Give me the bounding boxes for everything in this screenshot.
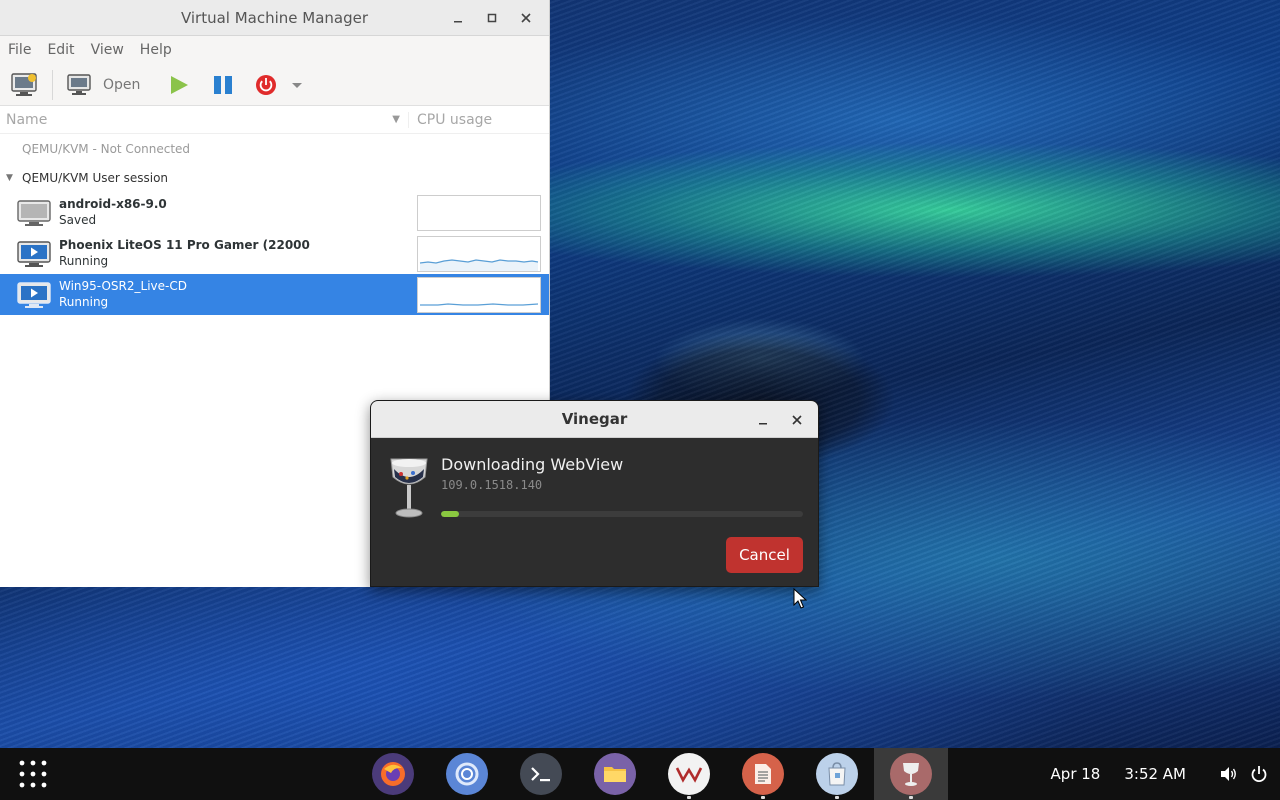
power-icon: [256, 74, 277, 95]
monitor-icon: [67, 73, 91, 95]
text-editor-icon: [742, 753, 784, 795]
connection-row-not-connected[interactable]: QEMU/KVM - Not Connected: [0, 134, 549, 163]
vinegar-dialog: Vinegar Downloading WebView 109.0.1518.1…: [370, 400, 819, 587]
dock: [356, 748, 948, 800]
shutdown-menu-button[interactable]: [289, 77, 305, 93]
name-column-header[interactable]: Name ▼: [0, 112, 408, 128]
menu-edit[interactable]: Edit: [47, 42, 74, 58]
connection-row-user-session[interactable]: ▼ QEMU/KVM User session: [0, 163, 549, 192]
download-version: 109.0.1518.140: [441, 478, 543, 492]
cpu-sparkline: [419, 259, 539, 271]
vmm-titlebar[interactable]: Virtual Machine Manager: [0, 0, 549, 36]
system-tray: Apr 18 3:52 AM: [1051, 748, 1280, 800]
vm-saved-icon: [17, 199, 51, 226]
open-label: Open: [103, 76, 141, 93]
dock-item-text-editor[interactable]: [726, 748, 800, 800]
run-button[interactable]: [168, 74, 190, 96]
new-vm-icon: [11, 72, 37, 96]
cpu-column-header[interactable]: CPU usage: [408, 111, 493, 128]
mouse-pointer-icon: [793, 588, 807, 609]
close-button[interactable]: [509, 4, 543, 32]
new-vm-button[interactable]: [10, 72, 38, 98]
download-progress-bar: [441, 511, 803, 517]
date-label[interactable]: Apr 18: [1051, 765, 1101, 783]
running-indicator: [761, 796, 765, 799]
vm-status: Saved: [59, 213, 97, 227]
cpu-usage-graph: [417, 195, 541, 231]
progress-fill: [441, 511, 460, 517]
open-button[interactable]: Open: [67, 73, 141, 96]
dock-item-virt-manager[interactable]: [652, 748, 726, 800]
vinegar-window-title: Vinegar: [561, 410, 628, 428]
vm-row-win95[interactable]: Win95-OSR2_Live-CD Running: [0, 274, 549, 315]
vm-running-icon: [17, 281, 51, 308]
dock-item-software-store[interactable]: [800, 748, 874, 800]
connection-label: QEMU/KVM User session: [22, 170, 169, 185]
maximize-button[interactable]: [475, 4, 509, 32]
sort-arrow-icon: ▼: [392, 113, 400, 125]
dock-item-files[interactable]: [578, 748, 652, 800]
volume-icon[interactable]: [1220, 766, 1238, 782]
chromium-icon: [446, 753, 488, 795]
play-icon: [171, 75, 189, 94]
minimize-icon: [759, 422, 767, 424]
menu-view[interactable]: View: [91, 42, 124, 58]
maximize-icon: [487, 13, 497, 23]
dock-item-firefox[interactable]: [356, 748, 430, 800]
name-column-label: Name: [6, 111, 48, 128]
menubar: File Edit View Help: [0, 36, 549, 64]
dock-item-terminal[interactable]: [504, 748, 578, 800]
close-icon: [521, 13, 531, 23]
vm-name: Phoenix LiteOS 11 Pro Gamer (22000: [59, 238, 310, 252]
shutdown-button[interactable]: [255, 74, 277, 96]
vm-name: android-x86-9.0: [59, 197, 167, 211]
virt-manager-icon: [668, 753, 710, 795]
dock-item-chromium[interactable]: [430, 748, 504, 800]
menu-help[interactable]: Help: [140, 42, 172, 58]
software-store-icon: [816, 753, 858, 795]
vm-row-android[interactable]: android-x86-9.0 Saved: [0, 192, 549, 233]
vm-list-header: Name ▼ CPU usage: [0, 106, 549, 134]
cancel-button[interactable]: Cancel: [726, 537, 803, 573]
close-button[interactable]: [780, 406, 814, 434]
pause-button[interactable]: [212, 74, 234, 96]
terminal-icon: [520, 753, 562, 795]
app-grid-icon[interactable]: [18, 759, 48, 789]
vm-row-phoenix[interactable]: Phoenix LiteOS 11 Pro Gamer (22000 Runni…: [0, 233, 549, 274]
expander-arrow-icon[interactable]: ▼: [6, 173, 22, 183]
vm-status: Running: [59, 254, 109, 268]
wine-glass-icon: [390, 458, 428, 518]
minimize-button[interactable]: [441, 4, 475, 32]
power-menu-icon[interactable]: [1250, 765, 1268, 783]
dock-item-vinegar[interactable]: [874, 748, 948, 800]
toolbar: Open: [0, 64, 549, 106]
running-indicator: [687, 796, 691, 799]
cpu-column-label: CPU usage: [417, 111, 493, 128]
cpu-sparkline: [420, 303, 539, 306]
close-icon: [792, 414, 802, 425]
chevron-down-icon: [292, 82, 303, 88]
vm-running-icon: [17, 240, 51, 267]
toolbar-separator: [52, 69, 53, 100]
minimize-button[interactable]: [746, 406, 780, 434]
files-icon: [594, 753, 636, 795]
download-heading: Downloading WebView: [441, 455, 624, 474]
pause-icon: [214, 75, 233, 94]
vmm-window-title: Virtual Machine Manager: [180, 8, 369, 27]
running-indicator: [835, 796, 839, 799]
running-indicator: [909, 796, 913, 799]
firefox-icon: [372, 753, 414, 795]
cpu-usage-graph: [417, 277, 541, 313]
taskbar: Apr 18 3:52 AM: [0, 748, 1280, 800]
minimize-icon: [454, 21, 462, 23]
clock-label[interactable]: 3:52 AM: [1124, 765, 1186, 783]
vinegar-titlebar[interactable]: Vinegar: [371, 401, 818, 438]
menu-file[interactable]: File: [8, 42, 31, 58]
vm-status: Running: [59, 295, 109, 309]
connection-label: QEMU/KVM - Not Connected: [22, 141, 191, 156]
vinegar-icon: [890, 753, 932, 795]
vm-name: Win95-OSR2_Live-CD: [59, 279, 187, 293]
cpu-usage-graph: [417, 236, 541, 272]
